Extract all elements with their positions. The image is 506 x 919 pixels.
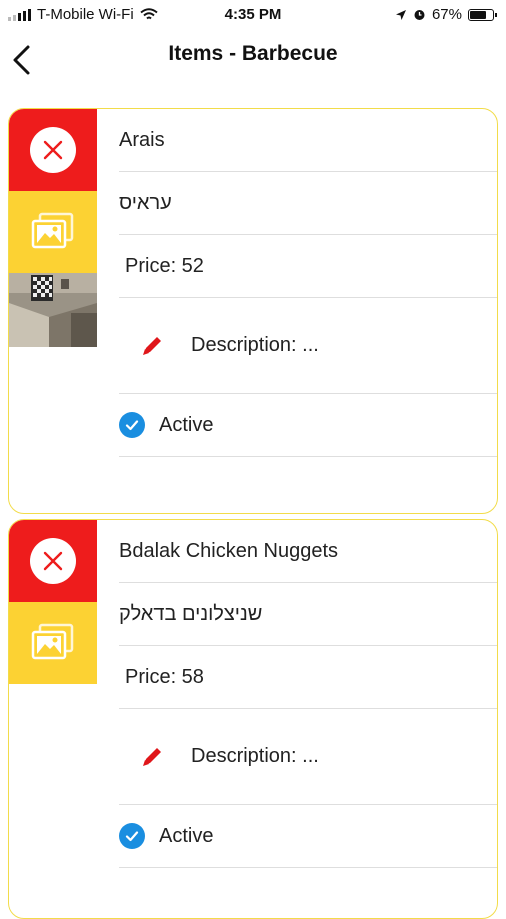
item-active-toggle[interactable]: Active [119,394,497,457]
delete-item-button[interactable] [9,520,97,602]
item-name-row: Arais [119,109,497,172]
delete-item-button[interactable] [9,109,97,191]
status-right: 67% [395,6,497,23]
item-name: Arais [119,128,165,151]
item-name-row: Bdalak Chicken Nuggets [119,520,497,583]
item-price-row: Price: 58 [119,646,497,709]
page-title: Items - Barbecue [168,42,338,65]
nav-bar: Items - Barbecue [0,30,506,80]
item-hebrew-name-row: שניצלונים בדאלק [119,583,497,646]
checkmark-icon[interactable] [119,412,145,438]
alarm-icon [414,10,425,20]
pencil-icon[interactable] [139,333,165,359]
item-hebrew-name-row: עראיס [119,172,497,235]
image-gallery-icon [31,212,74,249]
add-image-button[interactable] [9,191,97,273]
item-name: Bdalak Chicken Nuggets [119,539,339,562]
location-icon [395,9,406,20]
checkmark-icon[interactable] [119,823,145,849]
item-hebrew-name: עראיס [119,191,172,214]
item-description: Description: ... [191,745,319,767]
item-card: Arais עראיס Price: 52 Description: ... A… [8,108,498,514]
battery-icon [468,8,497,21]
item-price: Price: 52 [125,254,204,277]
item-description-row[interactable]: Description: ... [119,709,497,805]
item-card: Bdalak Chicken Nuggets שניצלונים בדאלק P… [8,519,498,919]
item-description-row[interactable]: Description: ... [119,298,497,394]
delete-icon [30,538,76,584]
item-price: Price: 58 [125,665,204,688]
battery-percent: 67% [431,6,462,23]
item-status: Active [159,824,214,847]
image-gallery-icon [31,623,74,660]
status-bar: T-Mobile Wi-Fi 4:35 PM 67% [0,0,506,30]
item-price-row: Price: 52 [119,235,497,298]
item-hebrew-name: שניצלונים בדאלק [119,602,263,625]
item-description: Description: ... [191,334,319,356]
item-photo [9,273,97,347]
add-image-button[interactable] [9,602,97,684]
item-active-toggle[interactable]: Active [119,805,497,868]
pencil-icon[interactable] [139,744,165,770]
item-status: Active [159,413,214,436]
delete-icon [30,127,76,173]
